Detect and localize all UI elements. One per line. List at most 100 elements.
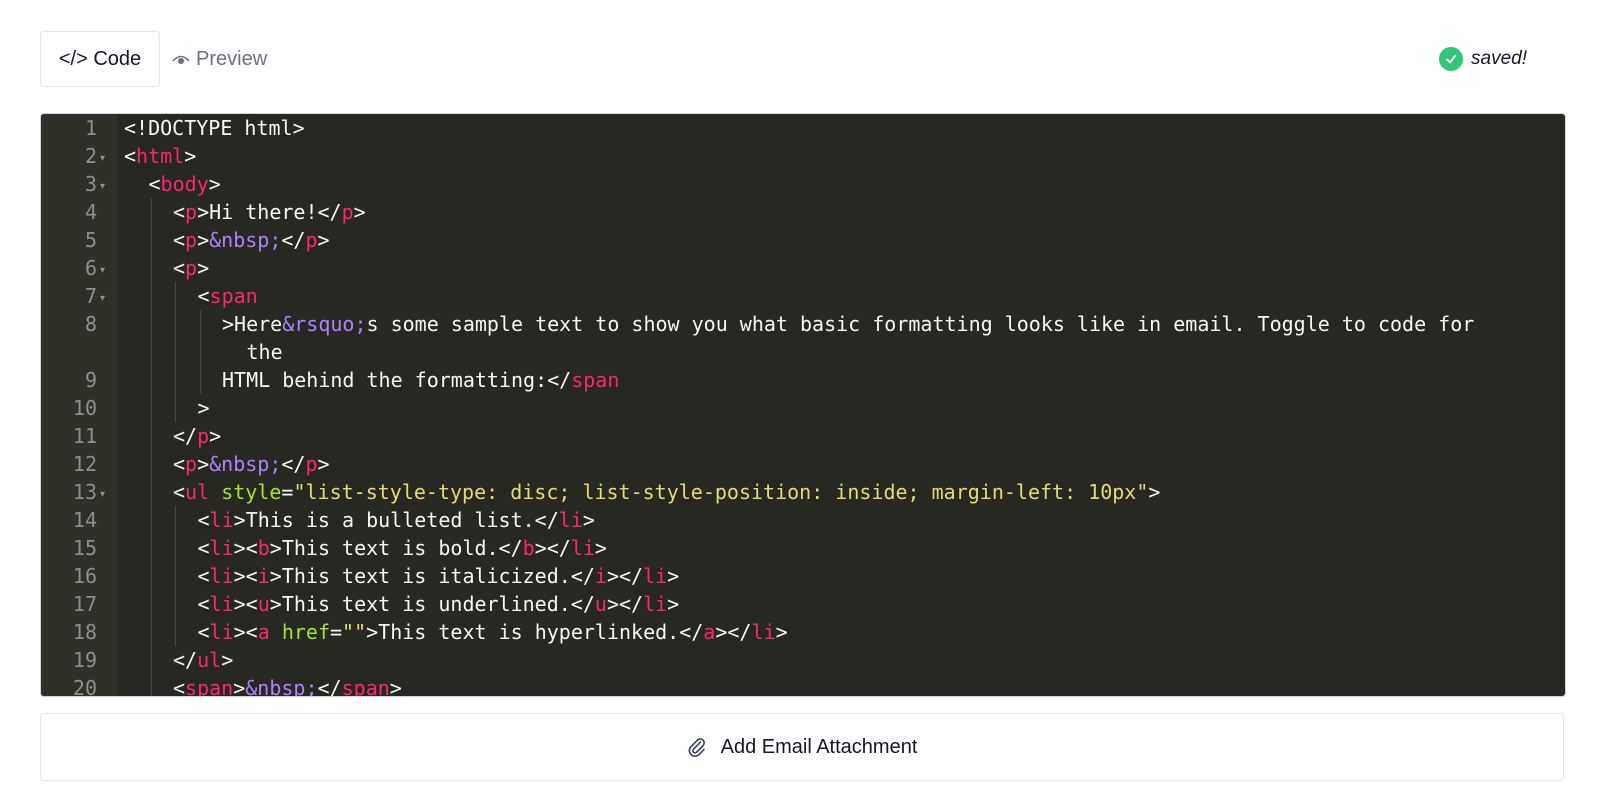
tab-preview-label: Preview	[196, 47, 268, 70]
code-token: >	[582, 508, 595, 532]
line-number: 8	[84, 312, 97, 336]
indent-guide	[150, 366, 152, 394]
indent-guide	[150, 198, 152, 226]
code-token: span	[209, 284, 258, 308]
code-token: >	[197, 228, 210, 252]
fold-arrow-icon[interactable]: ▾	[100, 489, 105, 500]
code-text: <p>&nbsp;</p>	[173, 450, 330, 478]
code-token: <	[173, 676, 186, 697]
code-token: <!DOCTYPE html>	[124, 116, 305, 140]
code-line: 15 <li><b>This text is bold.</b></li>	[41, 534, 1565, 562]
code-token: ><	[233, 536, 258, 560]
code-line: 6 ▾ <p>	[41, 254, 1565, 282]
code-token: >	[197, 396, 210, 420]
code-line: 14 <li>This is a bulleted list.</li>	[41, 506, 1565, 534]
code-token: b	[257, 536, 270, 560]
line-number: 7	[84, 284, 97, 308]
code-token: <	[197, 620, 210, 644]
code-token: &rsquo;	[282, 312, 367, 336]
code-token: <	[197, 536, 210, 560]
line-number: 19	[72, 648, 97, 672]
fold-arrow-icon[interactable]: ▾	[100, 265, 105, 276]
code-token: >	[353, 200, 366, 224]
code-token: &nbsp;	[209, 228, 282, 252]
code-token: <	[173, 452, 186, 476]
indent-guide	[175, 506, 176, 534]
tab-preview[interactable]: Preview	[172, 31, 267, 87]
code-token: span	[341, 676, 390, 697]
code-token: >	[197, 452, 210, 476]
code-token: ""	[342, 620, 367, 644]
code-token: ></	[715, 620, 752, 644]
add-email-attachment-button[interactable]: Add Email Attachment	[40, 713, 1564, 781]
line-number: 3	[84, 172, 97, 196]
code-token: <	[173, 256, 186, 280]
code-token: </	[281, 228, 306, 252]
indent-guide	[175, 562, 176, 590]
indent-guide	[199, 338, 201, 366]
code-line: 13 ▾ <ul style="list-style-type: disc; lis…	[41, 478, 1565, 506]
saved-text: saved!	[1471, 48, 1527, 69]
code-token: >Hi there!</	[197, 200, 342, 224]
indent-guide	[175, 394, 176, 422]
fold-arrow-icon[interactable]: ▾	[100, 293, 105, 304]
code-token: >This text is hyperlinked.</	[366, 620, 704, 644]
indent-guide	[175, 310, 176, 338]
code-token: s some sample text to show you what basi…	[366, 312, 1475, 336]
code-token: >	[208, 172, 221, 196]
tab-code[interactable]: </> Code	[40, 31, 160, 87]
indent-guide	[175, 590, 176, 618]
code-token: <	[197, 592, 210, 616]
line-number: 17	[72, 592, 97, 616]
code-token: >	[233, 676, 246, 697]
paperclip-icon	[688, 738, 705, 758]
code-line: 9 HTML behind the formatting:</span	[41, 366, 1565, 394]
indent-guide	[150, 562, 152, 590]
code-token: li	[570, 536, 595, 560]
code-token: =	[330, 620, 343, 644]
code-editor[interactable]: 1 <!DOCTYPE html> 2 ▾ <html> 3 ▾ <body> 4 <p>Hi t…	[40, 113, 1566, 697]
fold-arrow-icon[interactable]: ▾	[100, 153, 105, 164]
code-token: body	[160, 172, 209, 196]
code-token: </	[281, 452, 306, 476]
code-text: <li><u>This text is underlined.</u></li>	[198, 590, 680, 618]
indent-guide	[150, 478, 152, 506]
code-token: "list-style-type: disc; list-style-posit…	[293, 480, 1149, 504]
code-token: </	[173, 648, 198, 672]
code-line: 17 <li><u>This text is underlined.</u></l…	[41, 590, 1565, 618]
code-text: <p>	[173, 254, 209, 282]
code-text: <span	[198, 282, 258, 310]
code-line: 7 ▾ <span	[41, 282, 1565, 310]
code-text: the	[247, 338, 283, 366]
code-token: >	[594, 536, 607, 560]
code-line: 16 <li><i>This text is italicized.</i></l…	[41, 562, 1565, 590]
code-token: p	[197, 424, 210, 448]
code-token: the	[246, 340, 283, 364]
code-token: li	[209, 508, 234, 532]
code-line: 11 </p>	[41, 422, 1565, 450]
code-token: li	[751, 620, 776, 644]
indent-guide	[150, 282, 152, 310]
code-token: >This text is bold.</	[269, 536, 523, 560]
code-token: i	[594, 564, 607, 588]
code-token: span	[185, 676, 234, 697]
code-token: html	[136, 144, 185, 168]
line-number: 1	[84, 116, 97, 140]
line-number: 13	[72, 480, 97, 504]
code-token: ><	[233, 592, 258, 616]
code-line: 12 <p>&nbsp;</p>	[41, 450, 1565, 478]
code-token: li	[209, 592, 234, 616]
code-token: p	[185, 452, 198, 476]
code-token: >This is a bulleted list.</	[233, 508, 559, 532]
line-number: 16	[72, 564, 97, 588]
code-token: >	[775, 620, 788, 644]
code-text: >	[198, 394, 210, 422]
fold-arrow-icon[interactable]: ▾	[100, 181, 105, 192]
code-token: style	[221, 480, 282, 504]
code-line: 18 <li><a href="">This text is hyperlinke…	[41, 618, 1565, 646]
code-token: p	[341, 200, 354, 224]
code-token: a	[257, 620, 270, 644]
indent-guide	[175, 618, 176, 646]
